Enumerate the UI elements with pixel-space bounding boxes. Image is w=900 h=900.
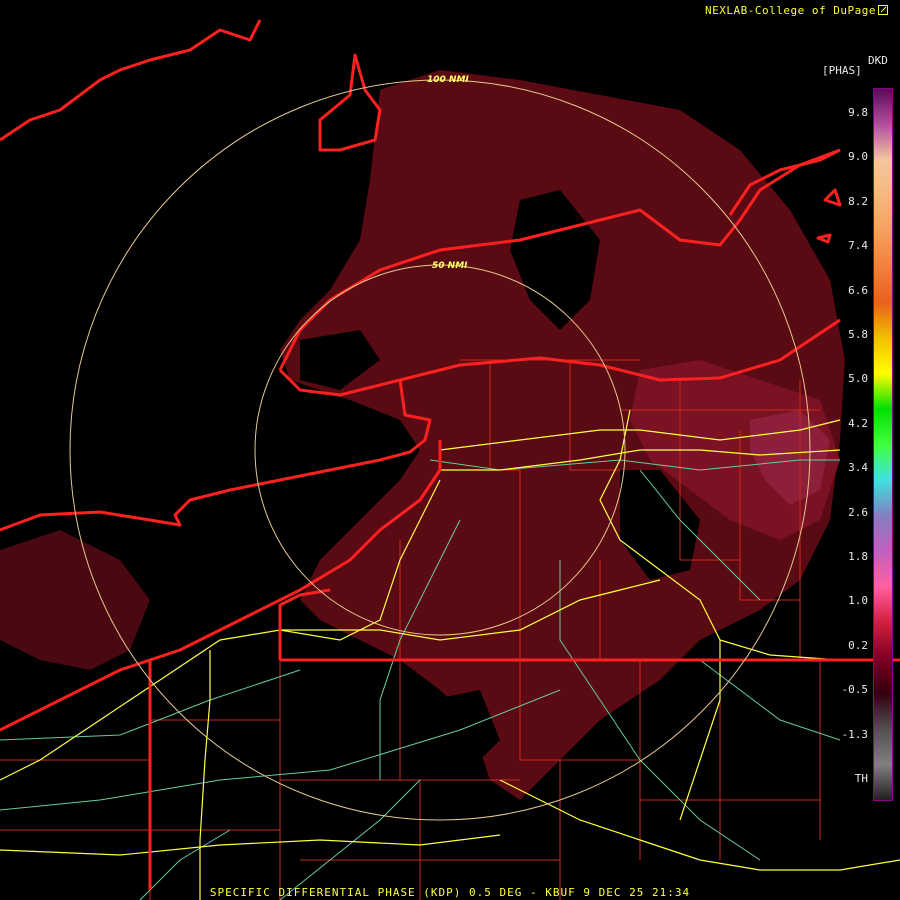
color-scale-bar	[873, 88, 893, 801]
credit-text: NEXLAB-College of DuPage	[705, 4, 876, 17]
color-scale-tick-label: 5.8	[848, 328, 868, 341]
color-scale-tick-label: -0.5	[841, 683, 869, 697]
product-footer: SPECIFIC DIFFERENTIAL PHASE (KDP) 0.5 DE…	[209, 886, 691, 899]
range-ring-50nmi-label: 50 NMI	[432, 261, 468, 271]
color-scale-tick-label: 7.4	[848, 239, 868, 253]
color-scale-tick-label: 9.8	[848, 106, 868, 119]
radar-map: 100 NMI 50 NMI	[0, 19, 900, 900]
legend-units-label: [PHAS]	[822, 64, 862, 77]
color-scale-tick-label: 9.0	[848, 150, 868, 164]
color-scale-tick-label: 5.0	[848, 372, 868, 386]
island-1	[823, 188, 842, 207]
legend-product-label: DKD	[868, 54, 888, 67]
color-scale-tick-label: 2.6	[848, 505, 868, 519]
island-2	[816, 233, 832, 244]
color-scale-tick-label: 1.0	[848, 594, 868, 608]
range-ring-100nmi-label: 100 NMI	[427, 75, 469, 85]
color-scale-tick-label: 3.4	[848, 461, 868, 475]
color-scale-tick-label: TH	[854, 772, 868, 785]
color-scale-tick-label: 6.6	[848, 283, 868, 297]
credit-label: NEXLAB-College of DuPage	[705, 4, 888, 17]
color-scale-tick-label: 0.2	[848, 638, 868, 652]
color-scale-tick-label: 8.2	[848, 194, 868, 208]
radar-echoes	[0, 70, 845, 800]
color-scale-tick-label: 4.2	[848, 416, 868, 430]
ontario-north-shoreline	[0, 19, 382, 152]
external-link-icon[interactable]	[878, 5, 888, 15]
color-scale-tick-label: 1.8	[848, 550, 868, 563]
color-scale-tick-label: -1.3	[841, 727, 869, 741]
